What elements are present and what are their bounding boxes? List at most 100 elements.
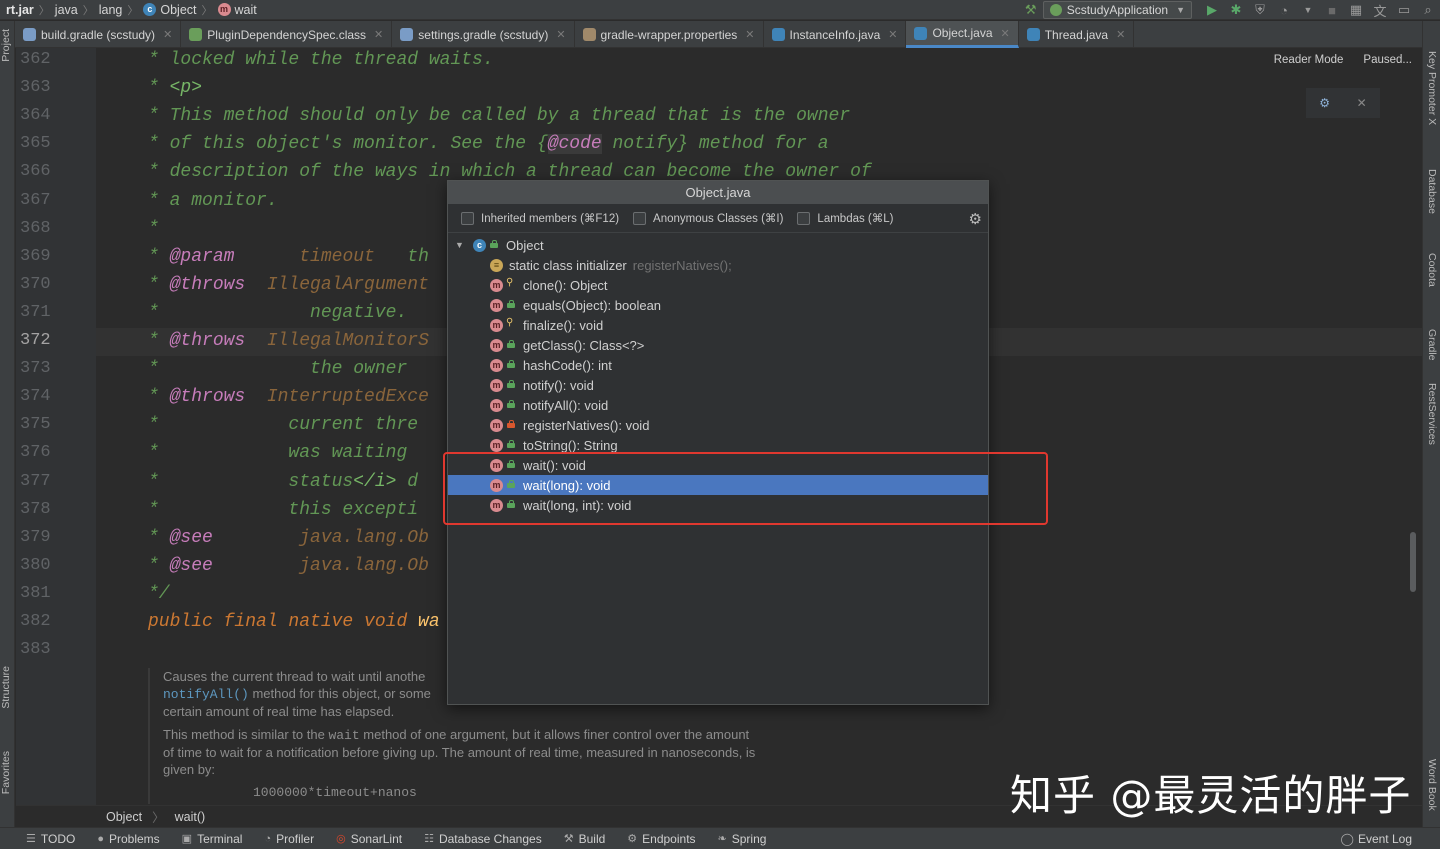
tree-root-object[interactable]: ▼ c Object — [448, 235, 988, 255]
line-number: 381 — [20, 583, 51, 603]
structure-tool-button[interactable]: Structure — [0, 666, 15, 709]
project-tool-button[interactable]: Project — [0, 29, 15, 62]
tool-todo[interactable]: ☰ TODO — [26, 832, 75, 846]
close-icon[interactable]: ✕ — [1116, 28, 1125, 41]
code-line[interactable]: * of this object's monitor. See the {@co… — [148, 134, 829, 155]
run-config-selector[interactable]: ScstudyApplication ▼ — [1042, 1, 1192, 19]
structure-item-label: notifyAll(): void — [523, 397, 609, 413]
line-number-gutter: 362 363 364 365 366 367 368 369 370 371 372 373 374 3… — [16, 48, 96, 805]
restservices-tool-button[interactable]: RestServices — [1426, 383, 1438, 445]
debug-icon[interactable]: ✱ — [1224, 0, 1248, 20]
tool-build[interactable]: ⚒ Build — [564, 832, 606, 846]
tool-database-changes[interactable]: ☷ Database Changes — [424, 832, 542, 846]
close-icon[interactable]: ✕ — [163, 28, 172, 41]
chevron-down-icon[interactable]: ▼ — [455, 240, 467, 250]
gradle-tool-button[interactable]: Gradle — [1426, 329, 1438, 361]
crumb-rt-jar[interactable]: rt.jar — [6, 3, 34, 17]
code-line[interactable]: * @throws IllegalMonitorS — [148, 331, 429, 351]
tab-plugindependencyspec-class[interactable]: PluginDependencySpec.class ✕ — [181, 21, 393, 48]
structure-item[interactable]: m clone(): Object — [448, 275, 988, 295]
code-line[interactable]: * @throws InterruptedExce — [148, 387, 429, 407]
translate-icon[interactable]: 文 — [1368, 0, 1392, 20]
close-icon[interactable]: ✕ — [1357, 96, 1367, 110]
favorites-tool-button[interactable]: Favorites — [0, 751, 15, 794]
code-line[interactable]: * was waiting — [148, 443, 407, 463]
tab-thread-java[interactable]: Thread.java ✕ — [1019, 21, 1135, 48]
structure-item[interactable]: m getClass(): Class<?> — [448, 335, 988, 355]
code-line[interactable]: * status</i> d — [148, 472, 418, 492]
tool-endpoints[interactable]: ⚙ Endpoints — [627, 832, 695, 846]
lambdas-checkbox[interactable]: Lambdas (⌘L) — [797, 211, 893, 225]
code-line[interactable]: * this excepti — [148, 500, 418, 520]
search-icon[interactable]: ⌕ — [1416, 0, 1440, 20]
tab-settings-gradle-scstudy[interactable]: settings.gradle (scstudy) ✕ — [392, 21, 575, 48]
code-line[interactable]: * @see java.lang.Ob — [148, 556, 429, 576]
code-line[interactable]: */ — [148, 584, 170, 604]
spring-icon — [1049, 4, 1062, 16]
crumb-wait[interactable]: wait — [235, 3, 257, 17]
line-number: 370 — [20, 274, 51, 294]
code-line[interactable]: * This method should only be called by a… — [148, 106, 850, 126]
close-icon[interactable]: ✕ — [888, 28, 897, 41]
more-run-icon[interactable]: ▼ — [1296, 0, 1320, 20]
key-promoter-tool-button[interactable]: Key Promoter X — [1426, 51, 1438, 125]
code-line[interactable]: * current thre — [148, 415, 418, 435]
close-icon[interactable]: ✕ — [556, 28, 565, 41]
structure-item[interactable]: m notifyAll(): void — [448, 395, 988, 415]
code-line[interactable]: * @see java.lang.Ob — [148, 528, 429, 548]
codota-tool-button[interactable]: Codota — [1426, 253, 1438, 287]
line-number: 377 — [20, 471, 51, 491]
close-icon[interactable]: ✕ — [745, 28, 754, 41]
code-line[interactable]: * <p> — [148, 78, 202, 98]
code-line[interactable]: public final native void wa — [148, 612, 440, 632]
anonymous-classes-checkbox[interactable]: Anonymous Classes (⌘I) — [633, 211, 783, 225]
close-icon[interactable]: ✕ — [374, 28, 383, 41]
stop-icon[interactable]: ■ — [1320, 0, 1344, 20]
structure-item[interactable]: m equals(Object): boolean — [448, 295, 988, 315]
structure-item[interactable]: m notify(): void — [448, 375, 988, 395]
structure-item[interactable]: ≡ static class initializer registerNatives… — [448, 255, 988, 275]
tab-build-gradle-scstudy[interactable]: build.gradle (scstudy) ✕ — [15, 21, 182, 48]
doc-code-link[interactable]: notifyAll() — [163, 687, 249, 702]
structure-item[interactable]: m registerNatives(): void — [448, 415, 988, 435]
paused-label[interactable]: Paused... — [1363, 54, 1412, 66]
run-icon[interactable]: ▶ — [1200, 0, 1224, 20]
project-structure-icon[interactable]: ▦ — [1344, 0, 1368, 20]
word-book-tool-button[interactable]: Word Book — [1426, 759, 1438, 811]
close-icon[interactable]: ✕ — [1001, 27, 1010, 40]
tool-terminal[interactable]: ▣ Terminal — [182, 832, 243, 846]
tool-sonarlint[interactable]: ◎ SonarLint — [336, 832, 402, 846]
reader-mode-button[interactable]: Reader Mode — [1273, 54, 1344, 66]
editor-scrollbar[interactable] — [1410, 532, 1416, 592]
editor-crumb-wait[interactable]: wait() — [175, 810, 206, 824]
code-line[interactable]: * negative. — [148, 303, 407, 323]
database-tool-button[interactable]: Database — [1426, 169, 1438, 214]
editor-crumb-object[interactable]: Object — [106, 810, 142, 824]
code-line[interactable]: * @throws IllegalArgument — [148, 275, 429, 295]
code-line[interactable]: * a monitor. — [148, 191, 278, 211]
tab-object-java[interactable]: Object.java ✕ — [906, 21, 1019, 48]
hammer-icon[interactable]: ⚒ — [1019, 0, 1043, 20]
tab-instanceinfo-java[interactable]: InstanceInfo.java ✕ — [764, 21, 907, 48]
inspection-icon[interactable]: ⚙ — [1319, 96, 1330, 110]
gear-icon[interactable]: ⚙ — [969, 210, 982, 228]
window-icon[interactable]: ▭ — [1392, 0, 1416, 20]
code-line[interactable]: * locked while the thread waits. — [148, 50, 494, 70]
structure-item[interactable]: m finalize(): void — [448, 315, 988, 335]
tool-profiler[interactable]: ◔ Profiler — [264, 832, 314, 846]
coverage-icon[interactable]: ⛨ — [1248, 0, 1272, 20]
structure-item[interactable]: m hashCode(): int — [448, 355, 988, 375]
tool-spring[interactable]: ❧ Spring — [718, 832, 767, 846]
code-line[interactable]: * @param timeout th — [148, 247, 429, 267]
crumb-java[interactable]: java — [55, 3, 78, 17]
structure-item-label: registerNatives(): void — [523, 417, 650, 433]
event-log-button[interactable]: ◯ Event Log — [1341, 832, 1412, 846]
crumb-object[interactable]: Object — [160, 3, 196, 17]
profile-icon[interactable]: ◔ — [1272, 0, 1296, 20]
tab-gradle-wrapper-properties[interactable]: gradle-wrapper.properties ✕ — [575, 21, 764, 48]
code-line[interactable]: * — [148, 219, 159, 239]
code-line[interactable]: * the owner — [148, 359, 407, 379]
tool-problems[interactable]: ● Problems — [97, 832, 159, 846]
crumb-lang[interactable]: lang — [99, 3, 123, 17]
inherited-members-checkbox[interactable]: Inherited members (⌘F12) — [461, 211, 619, 225]
